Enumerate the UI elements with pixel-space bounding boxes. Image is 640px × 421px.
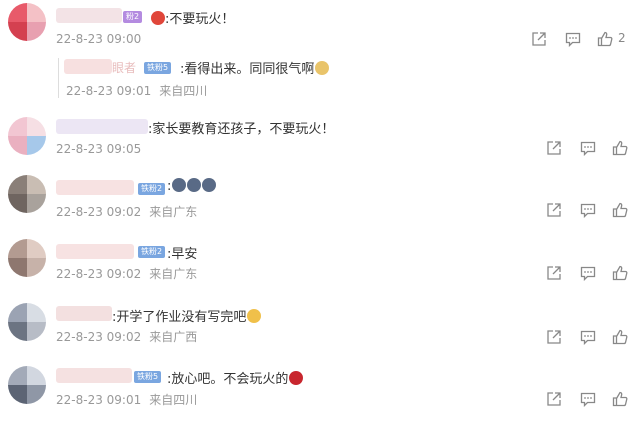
thumbs-up-icon[interactable] [612, 140, 628, 156]
thumbs-up-icon[interactable] [597, 31, 613, 47]
username[interactable] [56, 306, 112, 321]
timestamp: 22-8-23 09:02 [56, 267, 142, 281]
comment-meta: 22-8-23 09:01 来自四川 [56, 391, 197, 408]
comment-text: :早安 [167, 243, 197, 262]
comment-body: : [167, 179, 172, 194]
avatar[interactable] [8, 366, 46, 404]
comment-icon[interactable] [580, 265, 596, 281]
comment-meta: 22-8-23 09:00 [56, 32, 141, 46]
location: 来自四川 [149, 393, 198, 407]
location: 来自广西 [149, 330, 198, 344]
comment-meta: 22-8-23 09:02 来自广西 [56, 328, 197, 345]
doge-emoji-icon [172, 178, 187, 192]
comment-body: :开学了作业没有写完吧 [112, 310, 247, 325]
comment-icon[interactable] [580, 391, 596, 407]
timestamp: 22-8-23 09:02 [56, 205, 142, 219]
avatar[interactable] [8, 175, 46, 213]
comment-body: :早安 [167, 247, 198, 262]
rose-emoji-icon [289, 371, 304, 385]
comment-icon[interactable] [565, 31, 581, 47]
location: 来自四川 [159, 84, 208, 98]
share-icon[interactable] [546, 391, 562, 407]
username[interactable] [56, 368, 132, 383]
comment-text: :看得出来。同同很气啊 [180, 58, 330, 77]
share-icon[interactable] [531, 31, 547, 47]
username-suffix[interactable]: 眼者 [112, 59, 136, 76]
username[interactable] [56, 8, 122, 23]
comment-icon[interactable] [580, 140, 596, 156]
username[interactable] [56, 119, 148, 134]
doge-emoji-icon [315, 61, 330, 75]
comment-body: :放心吧。不会玩火的 [167, 372, 289, 387]
comment-meta: 22-8-23 09:05 [56, 142, 141, 156]
avatar[interactable] [8, 3, 46, 41]
share-icon[interactable] [546, 265, 562, 281]
fan-badge: 粉2 [123, 11, 143, 23]
username[interactable] [56, 244, 134, 259]
laughing-emoji-icon [247, 309, 262, 323]
comment-body: :家长要教育还孩子，不要玩火！ [148, 122, 335, 137]
comment-icon[interactable] [580, 202, 596, 218]
comment-meta: 22-8-23 09:02 来自广东 [56, 203, 197, 220]
username[interactable] [64, 59, 112, 74]
avatar[interactable] [8, 303, 46, 341]
comment-text: :开学了作业没有写完吧 [112, 306, 262, 325]
share-icon[interactable] [546, 202, 562, 218]
comment-icon[interactable] [580, 329, 596, 345]
timestamp: 22-8-23 09:00 [56, 32, 142, 46]
comment-text: :放心吧。不会玩火的 [167, 368, 304, 387]
fan-badge: 铁粉5 [134, 371, 162, 383]
timestamp: 22-8-23 09:02 [56, 330, 142, 344]
thumbs-up-icon[interactable] [612, 265, 628, 281]
timestamp: 22-8-23 09:01 [66, 84, 152, 98]
avatar[interactable] [8, 239, 46, 277]
angry-emoji-icon [151, 11, 165, 25]
thumbs-up-icon[interactable] [612, 329, 628, 345]
username[interactable] [56, 180, 134, 195]
comment-text: :不要玩火！ [150, 8, 234, 27]
fan-badge: 铁粉2 [138, 246, 166, 258]
avatar[interactable] [8, 117, 46, 155]
timestamp: 22-8-23 09:05 [56, 142, 142, 156]
comment-meta: 22-8-23 09:01 来自四川 [66, 82, 207, 99]
timestamp: 22-8-23 09:01 [56, 393, 142, 407]
fan-badge: 铁粉2 [138, 183, 166, 195]
comment-text: : [167, 178, 217, 194]
comment-body: :不要玩火！ [165, 12, 235, 27]
comment-text: :家长要教育还孩子，不要玩火！ [148, 118, 334, 137]
comment-meta: 22-8-23 09:02 来自广东 [56, 265, 197, 282]
share-icon[interactable] [546, 140, 562, 156]
location: 来自广东 [149, 267, 198, 281]
doge-emoji-icon [202, 178, 217, 192]
comment-body: :看得出来。同同很气啊 [180, 62, 315, 77]
doge-emoji-icon [187, 178, 202, 192]
thumbs-up-icon[interactable] [612, 391, 628, 407]
location: 来自广东 [149, 205, 198, 219]
reply-divider [58, 58, 59, 98]
fan-badge: 铁粉5 [144, 62, 172, 74]
thumbs-up-icon[interactable] [612, 202, 628, 218]
like-count: 2 [618, 31, 626, 45]
share-icon[interactable] [546, 329, 562, 345]
